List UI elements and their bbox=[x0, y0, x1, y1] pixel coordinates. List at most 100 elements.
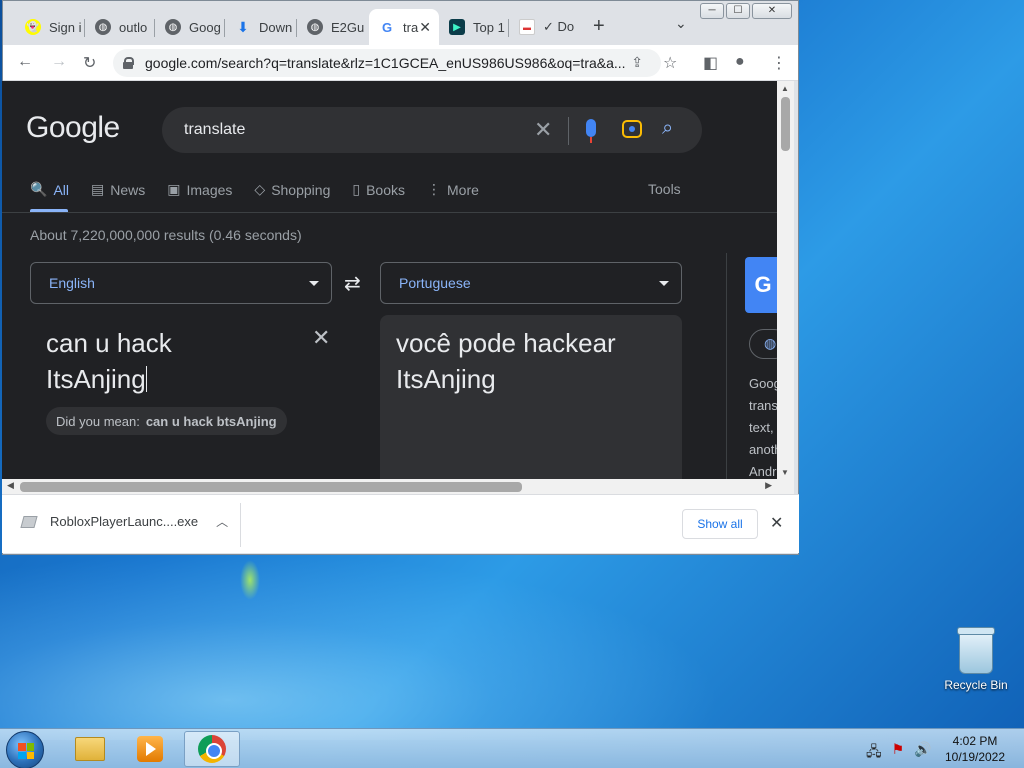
browser-tab-3[interactable]: ⬇ Down bbox=[225, 9, 297, 45]
desktop-wallpaper-swirl bbox=[0, 540, 760, 740]
scrollbar-thumb[interactable] bbox=[20, 482, 522, 492]
scroll-up-arrow-icon[interactable]: ▲ bbox=[781, 84, 789, 93]
images-icon: ▣ bbox=[167, 181, 181, 197]
tag-icon: ◇ bbox=[254, 181, 266, 197]
scroll-left-arrow-icon[interactable]: ◀ bbox=[7, 480, 14, 491]
chevron-up-icon[interactable]: ︿ bbox=[216, 513, 228, 530]
browser-tab-5-active[interactable]: G tra ✕ bbox=[369, 9, 439, 45]
swap-languages-icon[interactable]: ⇄ bbox=[344, 271, 361, 296]
clock-date: 10/19/2022 bbox=[944, 750, 1006, 764]
source-text-area[interactable]: can u hack ItsAnjing ✕ Did you mean: can… bbox=[30, 317, 360, 477]
tab-label: Goog bbox=[189, 19, 221, 35]
tab-label: tra bbox=[403, 19, 419, 35]
knowledge-panel: G ◍ Goog trans text, anoth Andr bbox=[726, 253, 777, 479]
lock-icon bbox=[123, 57, 134, 69]
did-you-mean-chip[interactable]: Did you mean: can u hack btsAnjing bbox=[46, 407, 287, 435]
taskbar-explorer[interactable] bbox=[62, 731, 118, 767]
vertical-scrollbar[interactable]: ▲ ▼ bbox=[777, 81, 794, 479]
share-icon[interactable]: ⇪ bbox=[631, 54, 643, 71]
taskbar-media-player[interactable] bbox=[122, 731, 178, 767]
dropdown-caret-icon bbox=[309, 281, 319, 286]
downloads-separator bbox=[240, 503, 241, 547]
target-language-select[interactable]: Portuguese bbox=[380, 262, 682, 304]
browser-tab-6[interactable]: ▶ Top 1 bbox=[439, 9, 509, 45]
horizontal-scrollbar[interactable]: ◀ ▶ bbox=[2, 479, 794, 494]
network-icon[interactable]: 🖧 bbox=[866, 741, 882, 765]
dropdown-caret-icon bbox=[659, 281, 669, 286]
tab-close-icon[interactable]: ✕ bbox=[419, 19, 431, 36]
more-dots-icon: ⋮ bbox=[427, 181, 441, 197]
back-arrow-icon[interactable]: ← bbox=[17, 53, 33, 71]
download-filename: RobloxPlayerLaunc....exe bbox=[50, 514, 199, 529]
snapchat-icon: 👻 bbox=[25, 19, 41, 35]
tab-label: More bbox=[447, 181, 479, 198]
search-input[interactable]: translate ✕ ⌕ bbox=[162, 107, 702, 153]
show-all-button[interactable]: Show all bbox=[682, 509, 758, 539]
browser-tab-4[interactable]: ◍ E2Gu bbox=[297, 9, 367, 45]
close-downloads-icon[interactable]: ✕ bbox=[770, 513, 783, 533]
globe-icon: ◍ bbox=[95, 19, 111, 35]
tab-label: outlo bbox=[119, 19, 148, 35]
side-panel-icon[interactable]: ◧ bbox=[703, 53, 718, 73]
tab-more[interactable]: ⋮ More bbox=[427, 181, 479, 198]
did-you-mean-suggestion[interactable]: can u hack btsAnjing bbox=[146, 414, 277, 429]
tab-shopping[interactable]: ◇ Shopping bbox=[254, 181, 330, 198]
scroll-down-arrow-icon[interactable]: ▼ bbox=[781, 468, 789, 477]
result-stats: About 7,220,000,000 results (0.46 second… bbox=[30, 227, 302, 243]
browser-tab-1[interactable]: ◍ outlo bbox=[85, 9, 155, 45]
recycle-bin-icon bbox=[957, 627, 995, 674]
menu-kebab-icon[interactable]: ⋮ bbox=[771, 53, 787, 73]
google-translate-logo[interactable]: G bbox=[745, 257, 777, 313]
minimize-button[interactable]: ─ bbox=[700, 3, 724, 19]
tools-button[interactable]: Tools bbox=[648, 181, 681, 197]
forward-arrow-icon[interactable]: → bbox=[51, 53, 67, 71]
browser-tab-0[interactable]: 👻 Sign i bbox=[15, 9, 85, 45]
reload-icon[interactable]: ↻ bbox=[83, 53, 96, 73]
microphone-icon[interactable] bbox=[586, 119, 596, 143]
file-icon bbox=[20, 515, 38, 528]
tab-label: Shopping bbox=[271, 181, 331, 198]
tab-books[interactable]: ▯ Books bbox=[352, 181, 405, 198]
translation-output: você pode hackear ItsAnjing bbox=[380, 315, 682, 479]
source-text-line-2: ItsAnjing bbox=[46, 364, 146, 394]
globe-icon[interactable]: ◍ bbox=[749, 329, 777, 359]
taskbar-chrome[interactable] bbox=[184, 731, 240, 767]
did-you-mean-prefix: Did you mean: bbox=[56, 413, 140, 429]
google-logo[interactable]: Google bbox=[26, 111, 120, 145]
new-tab-button[interactable]: + bbox=[593, 15, 605, 38]
google-icon: G bbox=[381, 19, 393, 35]
start-button[interactable] bbox=[6, 731, 44, 768]
tab-search-chevron-icon[interactable]: ⌄ bbox=[675, 15, 687, 32]
google-lens-icon[interactable] bbox=[622, 120, 642, 138]
search-nav-tabs: 🔍 All ▤ News ▣ Images ◇ Shopping ▯ Books… bbox=[30, 181, 479, 198]
volume-icon[interactable]: 🔊 bbox=[914, 741, 931, 765]
source-text[interactable]: can u hack ItsAnjing bbox=[46, 325, 296, 397]
browser-tab-2[interactable]: ◍ Goog bbox=[155, 9, 225, 45]
search-icon: 🔍 bbox=[30, 181, 48, 197]
download-item[interactable]: RobloxPlayerLaunc....exe ︿ bbox=[20, 513, 228, 530]
recycle-bin-shortcut[interactable]: Recycle Bin bbox=[940, 627, 1012, 692]
address-bar[interactable]: google.com/search?q=translate&rlz=1C1GCE… bbox=[113, 49, 661, 77]
profile-avatar-icon[interactable]: ● bbox=[735, 53, 745, 71]
scroll-right-arrow-icon[interactable]: ▶ bbox=[765, 480, 772, 491]
source-language-select[interactable]: English bbox=[30, 262, 332, 304]
close-window-button[interactable]: ✕ bbox=[752, 3, 792, 19]
maximize-button[interactable]: ☐ bbox=[726, 3, 750, 19]
tab-label: Books bbox=[366, 181, 405, 198]
taskbar: 🖧 ⚑ 🔊 4:02 PM 10/19/2022 bbox=[0, 728, 1024, 768]
clock[interactable]: 4:02 PM 10/19/2022 bbox=[940, 733, 1010, 765]
bookmark-star-icon[interactable]: ☆ bbox=[663, 53, 677, 73]
tab-images[interactable]: ▣ Images bbox=[167, 181, 232, 198]
tab-label: Top 1 bbox=[473, 19, 505, 35]
knowledge-panel-description: Goog trans text, anoth Andr bbox=[749, 376, 777, 479]
browser-tab-7[interactable]: ▬ ✓ Do bbox=[509, 9, 579, 45]
action-center-flag-icon[interactable]: ⚑ bbox=[892, 741, 905, 765]
tab-news[interactable]: ▤ News bbox=[91, 181, 145, 198]
tab-label: Sign i bbox=[49, 19, 82, 35]
scrollbar-thumb[interactable] bbox=[781, 97, 790, 151]
clear-source-icon[interactable]: ✕ bbox=[312, 325, 330, 351]
tab-all[interactable]: 🔍 All bbox=[30, 181, 69, 198]
search-icon[interactable]: ⌕ bbox=[662, 117, 673, 140]
tab-label: E2Gu bbox=[331, 19, 365, 35]
clear-search-icon[interactable]: ✕ bbox=[534, 117, 552, 143]
